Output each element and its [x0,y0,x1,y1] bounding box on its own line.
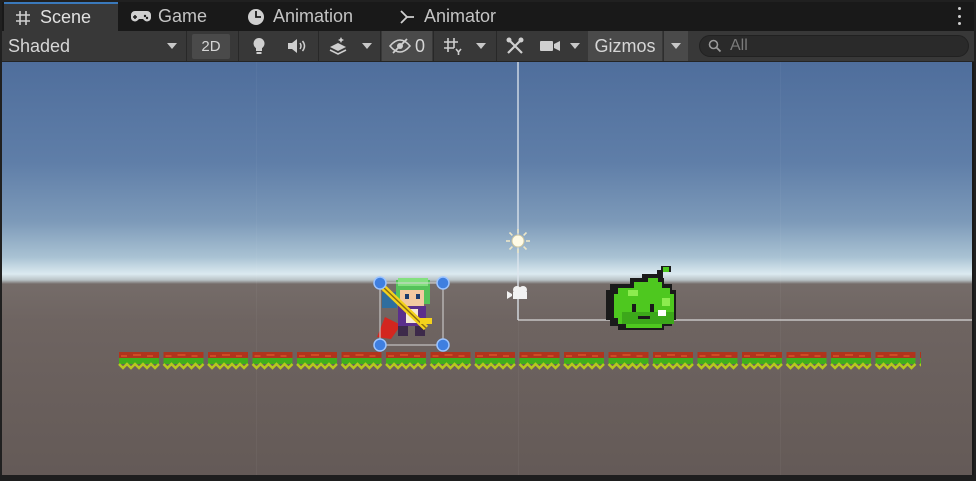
lightbulb-icon [253,38,265,54]
tools-button[interactable] [498,31,532,61]
eye-slash-icon [388,38,411,54]
scene-toolbar: Shaded 2D 0 Gizmos All [0,31,976,62]
tab-animator[interactable]: Animator [396,2,516,31]
scene-viewport[interactable] [2,62,972,475]
wrench-tools-icon [506,37,524,54]
toggle-2d-button[interactable]: 2D [192,34,230,59]
tab-scene-label: Scene [40,7,92,27]
resize-handle-top-left[interactable] [373,276,387,290]
gamepad-icon [130,7,152,27]
search-input[interactable]: All [699,35,969,57]
more-options-icon[interactable] [956,7,962,25]
bottom-edge [0,475,976,481]
resize-handle-bottom-left[interactable] [373,338,387,352]
chevron-down-icon [476,43,486,49]
tab-animation[interactable]: Animation [245,2,375,31]
audio-toggle-button[interactable] [280,31,314,61]
grid-dropdown[interactable] [469,31,493,61]
effects-dropdown[interactable] [356,31,378,61]
resize-handle-top-right[interactable] [436,276,450,290]
resize-handle-bottom-right[interactable] [436,338,450,352]
camera-icon [540,41,560,51]
chevron-down-icon [362,43,372,49]
search-icon [708,39,722,53]
chevron-down-icon [570,43,580,49]
search-placeholder: All [730,37,748,54]
grid-snap-button[interactable] [435,31,469,61]
gizmos-dropdown[interactable] [663,31,688,61]
tab-game[interactable]: Game [130,2,230,31]
grid-axis-icon [444,38,462,55]
animator-icon [396,7,418,27]
tab-animation-label: Animation [273,6,354,26]
tab-bar: Scene Game Animation Animator [0,0,976,31]
chevron-down-icon [671,43,681,49]
draw-mode-value: Shaded [8,35,71,56]
camera-button[interactable] [536,31,564,61]
effects-button[interactable] [320,31,356,61]
draw-mode-dropdown[interactable]: Shaded [0,31,186,61]
toggle-2d-label: 2D [201,38,221,55]
ground-platform[interactable] [118,352,921,371]
gizmos-label: Gizmos [594,35,656,56]
lighting-toggle-button[interactable] [242,31,276,61]
scene-visibility-button[interactable]: 0 [382,31,432,61]
chevron-down-icon [167,43,177,49]
sun-light-icon[interactable] [506,229,530,253]
tab-game-label: Game [158,6,208,26]
grid-hash-icon [12,8,34,28]
camera-dropdown[interactable] [564,31,586,61]
tab-animator-label: Animator [424,6,497,26]
hidden-objects-count: 0 [414,35,425,56]
speaker-icon [288,39,306,53]
scene-canvas [2,62,972,475]
clock-icon [245,7,267,27]
tab-scene[interactable]: Scene [4,2,118,31]
gizmos-button[interactable]: Gizmos [588,31,662,61]
effects-layers-icon [329,37,347,55]
